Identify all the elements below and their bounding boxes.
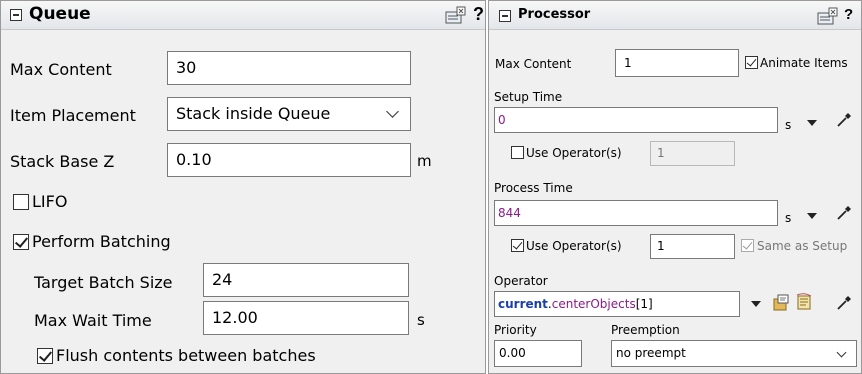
process-use-operators-checkbox[interactable] bbox=[511, 239, 524, 252]
operator-member-token: centerObjects bbox=[551, 297, 636, 311]
setup-time-sampler-icon[interactable] bbox=[836, 112, 852, 128]
perform-batching-label: Perform Batching bbox=[32, 232, 171, 251]
setup-time-input[interactable]: 0 bbox=[494, 107, 778, 133]
max-wait-time-label: Max Wait Time bbox=[34, 311, 152, 330]
target-batch-size-label: Target Batch Size bbox=[34, 273, 173, 292]
perform-batching-checkbox[interactable] bbox=[13, 234, 29, 250]
processor-max-content-label: Max Content bbox=[495, 57, 572, 71]
setup-use-operators-checkbox[interactable] bbox=[511, 146, 524, 159]
operator-dropdown-icon[interactable] bbox=[751, 301, 761, 307]
stack-base-z-input[interactable]: 0.10 bbox=[167, 143, 411, 177]
target-batch-size-input[interactable]: 24 bbox=[203, 263, 409, 297]
queue-collapse-button[interactable] bbox=[10, 9, 22, 21]
same-as-setup-label: Same as Setup bbox=[757, 239, 848, 253]
operator-sampler-icon[interactable] bbox=[836, 295, 852, 311]
max-content-input[interactable]: 30 bbox=[167, 51, 411, 85]
code-edit-icon[interactable] bbox=[795, 293, 813, 311]
processor-title-bar: Processor ? bbox=[489, 1, 861, 30]
priority-input[interactable]: 0.00 bbox=[494, 340, 582, 367]
stack-base-z-unit: m bbox=[417, 152, 432, 170]
setup-time-label: Setup Time bbox=[494, 90, 563, 104]
flush-contents-label: Flush contents between batches bbox=[56, 346, 316, 365]
processor-title: Processor bbox=[518, 7, 591, 22]
max-wait-time-unit: s bbox=[417, 311, 425, 329]
queue-panel: Queue ? Max Content 30 Item Placement St… bbox=[0, 0, 486, 374]
process-time-dropdown-icon[interactable] bbox=[807, 213, 817, 219]
preemption-select[interactable]: no preempt bbox=[611, 340, 857, 367]
setup-time-dropdown-icon[interactable] bbox=[807, 120, 817, 126]
queue-help-icon[interactable]: ? bbox=[473, 4, 484, 25]
item-placement-select[interactable]: Stack inside Queue bbox=[167, 97, 411, 131]
chevron-down-icon bbox=[836, 347, 847, 358]
processor-panel: Processor ? Max Content 1 Animate Items … bbox=[488, 0, 862, 374]
max-content-label: Max Content bbox=[10, 60, 112, 79]
process-operators-count-input[interactable]: 1 bbox=[650, 234, 735, 259]
operator-label: Operator bbox=[494, 274, 548, 288]
process-time-unit: s bbox=[785, 211, 792, 225]
setup-time-unit: s bbox=[785, 118, 792, 132]
chevron-down-icon bbox=[386, 105, 399, 118]
lifo-checkbox[interactable] bbox=[13, 194, 29, 210]
properties-window-icon[interactable] bbox=[445, 6, 467, 24]
operator-object-token: current bbox=[498, 297, 548, 311]
queue-title: Queue bbox=[29, 4, 91, 24]
process-time-label: Process Time bbox=[494, 181, 573, 195]
processor-help-icon[interactable]: ? bbox=[844, 6, 853, 23]
lifo-label: LIFO bbox=[32, 192, 68, 211]
queue-title-bar: Queue ? bbox=[1, 1, 485, 30]
same-as-setup-checkbox[interactable] bbox=[741, 239, 754, 252]
processor-max-content-input[interactable]: 1 bbox=[615, 49, 739, 77]
process-time-input[interactable]: 844 bbox=[494, 200, 778, 226]
animate-items-label: Animate Items bbox=[760, 56, 848, 70]
setup-use-operators-label: Use Operator(s) bbox=[526, 146, 622, 160]
processor-collapse-button[interactable] bbox=[499, 10, 511, 22]
process-time-sampler-icon[interactable] bbox=[836, 205, 852, 221]
preemption-label: Preemption bbox=[611, 323, 680, 337]
max-wait-time-input[interactable]: 12.00 bbox=[203, 301, 409, 335]
flush-contents-checkbox[interactable] bbox=[37, 348, 53, 364]
animate-items-checkbox[interactable] bbox=[745, 56, 758, 69]
edit-properties-icon[interactable] bbox=[772, 293, 790, 311]
priority-label: Priority bbox=[494, 323, 537, 337]
setup-operators-count-input[interactable]: 1 bbox=[650, 141, 735, 166]
item-placement-label: Item Placement bbox=[10, 106, 136, 125]
process-use-operators-label: Use Operator(s) bbox=[526, 239, 622, 253]
stack-base-z-label: Stack Base Z bbox=[10, 152, 115, 171]
operator-index-token: [1] bbox=[635, 297, 653, 311]
properties-window-icon[interactable] bbox=[817, 7, 839, 25]
preemption-value: no preempt bbox=[616, 346, 686, 360]
operator-input[interactable]: current.centerObjects[1] bbox=[494, 291, 740, 317]
item-placement-value: Stack inside Queue bbox=[176, 104, 331, 123]
